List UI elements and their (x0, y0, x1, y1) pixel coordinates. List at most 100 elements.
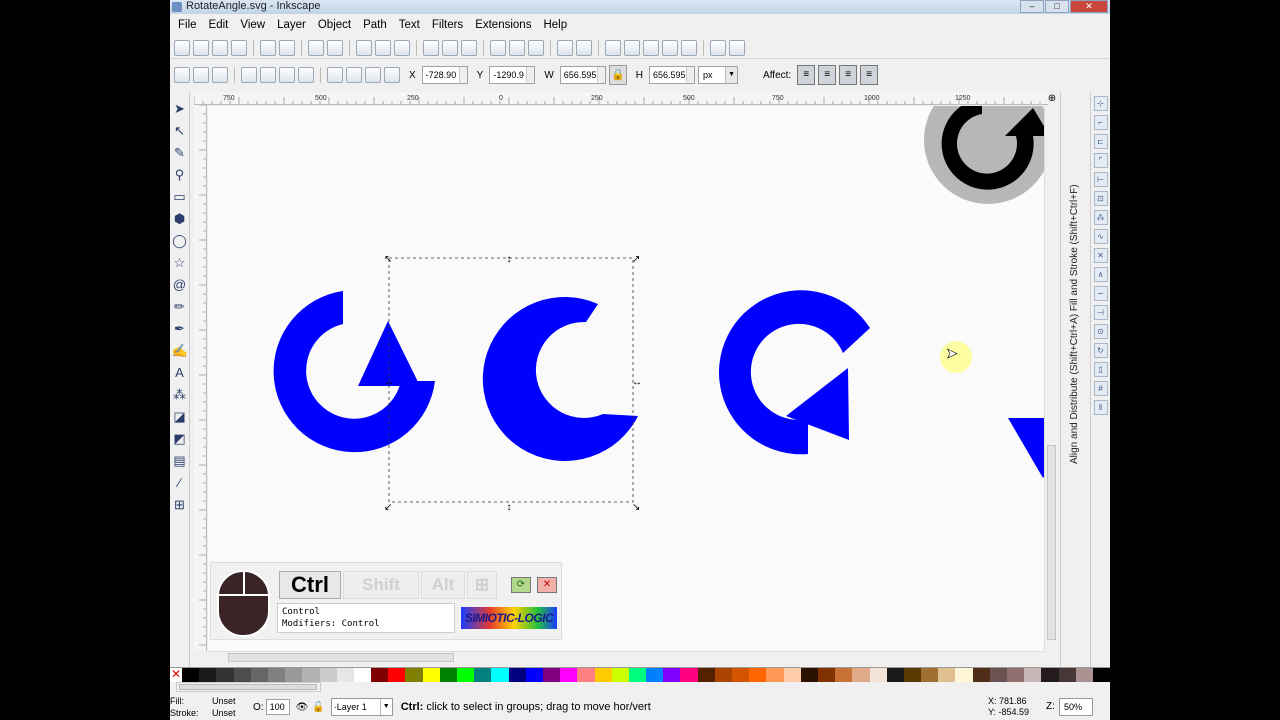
3d-box-tool-icon[interactable]: ⬢ (172, 210, 188, 227)
color-swatch[interactable] (577, 668, 595, 682)
text-tool-icon[interactable]: A (172, 364, 188, 381)
handle-sw[interactable]: ↙ (384, 502, 392, 513)
zoom-page-icon[interactable] (461, 39, 477, 56)
snap-bbox-icon[interactable]: ⌐ (1093, 115, 1108, 130)
color-swatch[interactable] (233, 668, 251, 682)
menu-extensions[interactable]: Extensions (469, 19, 537, 31)
menu-edit[interactable]: Edit (203, 19, 235, 31)
zoom-field[interactable]: 50% (1059, 698, 1093, 716)
horizontal-scrollbar[interactable] (208, 651, 1044, 663)
width-field[interactable]: 656.595 (559, 66, 606, 84)
opacity-field[interactable]: 100 (265, 699, 290, 715)
color-swatch[interactable] (474, 668, 492, 682)
color-swatch[interactable] (439, 668, 457, 682)
connector-tool-icon[interactable]: ⊞ (172, 496, 188, 513)
snap-midpoint-icon[interactable]: ⊣ (1093, 305, 1108, 320)
dock-tab-labels[interactable]: Align and Distribute (Shift+Ctrl+A) Fill… (1067, 92, 1083, 464)
selector-tool-icon[interactable]: ➤ (172, 100, 188, 117)
scrollbar-thumb[interactable] (179, 684, 317, 690)
color-swatch[interactable] (972, 668, 990, 682)
close-button[interactable]: ✕ (1070, 0, 1108, 13)
zoom-corner-icon[interactable]: ⊕ (1046, 93, 1058, 105)
calligraphy-tool-icon[interactable]: ✍ (172, 342, 188, 359)
color-swatch[interactable] (1075, 668, 1093, 682)
spiral-tool-icon[interactable]: @ (172, 276, 188, 293)
new-document-icon[interactable] (174, 39, 190, 56)
x-spinner[interactable] (458, 67, 467, 83)
color-swatch[interactable] (457, 668, 475, 682)
color-swatch[interactable] (646, 668, 664, 682)
lower-icon[interactable] (365, 67, 381, 83)
spray-tool-icon[interactable]: ⁂ (172, 386, 188, 403)
color-swatch[interactable] (886, 668, 904, 682)
scrollbar-thumb[interactable] (228, 653, 454, 662)
snap-intersection-icon[interactable]: ✕ (1093, 248, 1108, 263)
y-spinner[interactable] (526, 67, 535, 83)
fill-stroke-indicator[interactable]: Fill: Unset Stroke: Unset (170, 694, 245, 720)
height-spinner[interactable] (686, 67, 695, 83)
color-swatch[interactable] (267, 668, 286, 682)
rotate-cw-icon[interactable] (260, 67, 276, 83)
refresh-icon[interactable]: ⟳ (511, 577, 531, 593)
snap-smooth-icon[interactable]: ∽ (1093, 286, 1108, 301)
color-swatch[interactable] (697, 668, 715, 682)
zoom-drawing-icon[interactable] (442, 39, 458, 56)
maximize-button[interactable]: □ (1045, 0, 1069, 13)
color-swatch[interactable] (285, 668, 303, 682)
raise-icon[interactable] (346, 67, 362, 83)
rectangle-tool-icon[interactable]: ▭ (172, 188, 188, 205)
transform-gradients-icon[interactable]: ≡ (839, 65, 858, 85)
snap-rotation-icon[interactable]: ↻ (1093, 343, 1108, 358)
color-swatch[interactable] (1058, 668, 1076, 682)
pen-tool-icon[interactable]: ✒ (172, 320, 188, 337)
color-swatch[interactable] (955, 668, 973, 682)
vertical-scrollbar[interactable] (1044, 105, 1058, 651)
color-swatch[interactable] (182, 668, 200, 682)
raise-to-top-icon[interactable] (327, 67, 343, 83)
handle-n[interactable]: ↕ (507, 254, 512, 265)
color-swatch[interactable] (749, 668, 767, 682)
snap-enable-icon[interactable]: ⊹ (1093, 96, 1108, 111)
color-swatch[interactable] (1007, 668, 1025, 682)
xml-editor-icon[interactable] (662, 39, 678, 56)
snap-grid-icon[interactable]: # (1093, 381, 1108, 396)
width-spinner[interactable] (596, 67, 605, 83)
color-swatch[interactable] (491, 668, 509, 682)
rotate-ccw-icon[interactable] (241, 67, 257, 83)
color-swatch[interactable] (371, 668, 389, 682)
color-swatch[interactable] (611, 668, 629, 682)
menu-view[interactable]: View (234, 19, 271, 31)
color-swatch[interactable] (594, 668, 612, 682)
color-swatch[interactable] (783, 668, 801, 682)
eraser-tool-icon[interactable]: ◪ (172, 408, 188, 425)
paint-bucket-tool-icon[interactable]: ◩ (172, 430, 188, 447)
unit-select[interactable]: px ▼ (698, 66, 739, 84)
document-properties-icon[interactable] (729, 39, 745, 56)
export-icon[interactable] (279, 39, 295, 56)
palette-scrollbar[interactable] (176, 682, 321, 692)
undo-icon[interactable] (308, 39, 324, 56)
color-swatch[interactable] (835, 668, 853, 682)
snap-bbox-corner-icon[interactable]: ⌜ (1093, 153, 1108, 168)
redo-icon[interactable] (327, 39, 343, 56)
color-swatch[interactable] (199, 668, 217, 682)
menu-help[interactable]: Help (537, 19, 573, 31)
group-icon[interactable] (557, 39, 573, 56)
scale-stroke-icon[interactable]: ≡ (797, 65, 816, 85)
y-field[interactable]: -1290.9 (489, 66, 536, 84)
gradient-tool-icon[interactable]: ▤ (172, 452, 188, 469)
color-swatch[interactable] (989, 668, 1007, 682)
color-swatch[interactable] (422, 668, 440, 682)
color-swatch[interactable] (508, 668, 526, 682)
color-swatch[interactable] (663, 668, 681, 682)
fill-stroke-icon[interactable] (605, 39, 621, 56)
layers-icon[interactable] (643, 39, 659, 56)
x-field[interactable]: -728.90 (421, 66, 468, 84)
color-swatch[interactable] (869, 668, 887, 682)
deselect-icon[interactable] (212, 67, 228, 83)
import-icon[interactable] (260, 39, 276, 56)
lock-layer-icon[interactable]: 🔓 (312, 702, 324, 713)
snap-bbox-center-icon[interactable]: ⊡ (1093, 191, 1108, 206)
transform-patterns-icon[interactable]: ≡ (860, 65, 879, 85)
color-swatch[interactable] (388, 668, 406, 682)
